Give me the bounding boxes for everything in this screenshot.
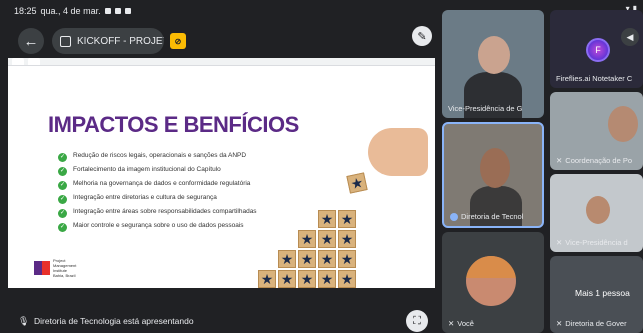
meet-screen: 18:25 qua., 4 de mar. ▾ ▮ ← KICKOFF - PR… (0, 0, 643, 333)
star-block: ★ (258, 270, 276, 288)
pmi-logo-text: Project Management Institute Bahia, Braz… (53, 258, 76, 278)
arrow-left-icon: ← (23, 32, 39, 50)
pin-icon: ✎ (417, 30, 427, 43)
check-icon: ✓ (58, 195, 67, 204)
star-block: ★ (298, 250, 316, 268)
pmi-logo-line: Bahia, Brazil (53, 273, 76, 278)
check-icon: ✓ (58, 181, 67, 190)
participant-name-text: Vice-Presidência d (565, 238, 628, 247)
star-block: ★ (298, 270, 316, 288)
check-icon: ✓ (58, 223, 67, 232)
calendar-icon (60, 35, 71, 47)
star-block: ★ (338, 270, 356, 288)
check-icon: ✓ (58, 167, 67, 176)
bullet-text: Melhoria na governança de dados e confor… (73, 180, 251, 187)
star-block: ★ (346, 172, 368, 194)
self-avatar (466, 256, 516, 306)
captions-off-button[interactable]: ⊘ (170, 33, 186, 49)
fullscreen-icon: ⛶ (413, 314, 421, 327)
participant-tile[interactable]: ✕ Coordenação de Po (550, 92, 643, 170)
pmi-logo: Project Management Institute Bahia, Braz… (34, 258, 76, 278)
more-people-label: Mais 1 pessoa (575, 288, 630, 298)
participant-tile-self[interactable]: ✕ Você (442, 232, 544, 333)
fireflies-logo: F (586, 38, 610, 62)
participant-name: ✕ Você (448, 319, 474, 328)
browser-tab (12, 58, 24, 65)
participant-tile-active[interactable]: Diretoria de Tecnol (442, 122, 544, 228)
pin-button[interactable]: ✎ (412, 26, 432, 46)
speaking-indicator-icon (450, 212, 458, 221)
star-block: ★ (318, 210, 336, 228)
participant-name: ✕ Vice-Presidência d (556, 238, 628, 247)
mic-off-icon: ✕ (556, 156, 563, 165)
star-block: ★ (278, 270, 296, 288)
participant-tile[interactable]: F ◀ Fireflies.ai Notetaker C (550, 10, 643, 88)
presenting-banner: 🎙 Diretoria de Tecnologia está apresenta… (8, 311, 204, 331)
participant-name: ✕ Coordenação de Po (556, 156, 632, 165)
participant-name: ✕ Diretoria de Gover (556, 319, 627, 328)
bullet-text: Maior controle e segurança sobre o uso d… (73, 222, 244, 229)
gmail-icon (124, 8, 131, 14)
bullet-text: Integração entre diretorias e cultura de… (73, 194, 217, 201)
participant-name: Fireflies.ai Notetaker C (556, 74, 632, 83)
presenting-text: Diretoria de Tecnologia está apresentand… (34, 316, 194, 326)
back-button[interactable]: ← (18, 28, 44, 54)
hand-illustration (368, 128, 428, 176)
meeting-title-chip[interactable]: KICKOFF - PROJETO (52, 28, 164, 54)
star-block: ★ (338, 230, 356, 248)
star-block: ★ (278, 250, 296, 268)
star-block: ★ (338, 250, 356, 268)
bullet-text: Fortalecimento da imagem institucional d… (73, 166, 221, 173)
participant-video (586, 196, 610, 224)
bullet-text: Integração entre áreas sobre responsabil… (73, 208, 257, 215)
pmi-logo-mark (34, 261, 50, 275)
star-blocks-illustration: ★ ★ ★ ★ ★ ★ ★ ★ ★ ★ ★ ★ ★ ★ ★ (258, 128, 428, 288)
participant-name-text: Diretoria de Gover (565, 319, 627, 328)
participant-name-text: Você (457, 319, 474, 328)
star-block: ★ (298, 230, 316, 248)
star-block: ★ (318, 270, 336, 288)
notification-icon (104, 8, 111, 14)
status-bar: 18:25 qua., 4 de mar. (14, 6, 131, 16)
pmi-logo-mark-right (42, 261, 50, 275)
participant-video (478, 36, 510, 74)
check-icon: ✓ (58, 209, 67, 218)
captions-off-icon: ⊘ (174, 36, 182, 46)
browser-tab (28, 58, 40, 65)
shared-screen[interactable]: IMPACTOS E BENFÍCIOS ✓ Redução de riscos… (8, 58, 435, 288)
participant-tile[interactable]: ✕ Vice-Presidência d (550, 174, 643, 252)
self-avatar-hair (466, 256, 516, 278)
bullet-text: Redução de riscos legais, operacionais e… (73, 152, 247, 159)
mic-off-icon: ✕ (448, 319, 455, 328)
participant-tile-overflow[interactable]: Mais 1 pessoa ✕ Diretoria de Gover (550, 256, 643, 333)
participant-name-text: Coordenação de Po (565, 156, 633, 165)
mic-off-icon: 🎙 (18, 316, 30, 326)
status-time: 18:25 (14, 6, 37, 16)
meeting-title: KICKOFF - PROJETO (77, 35, 164, 47)
volume-icon[interactable]: ◀ (621, 28, 639, 46)
star-block: ★ (318, 250, 336, 268)
participant-video (480, 148, 510, 188)
participant-name-text: Vice-Presidência de G (448, 104, 523, 113)
participant-name-text: Fireflies.ai Notetaker C (556, 74, 633, 83)
star-block: ★ (338, 210, 356, 228)
participant-video (608, 106, 638, 142)
browser-toolbar (8, 58, 435, 66)
participant-name-text: Diretoria de Tecnol (461, 212, 524, 221)
participant-name: Diretoria de Tecnol (450, 212, 523, 221)
fullscreen-button[interactable]: ⛶ (406, 310, 428, 332)
mic-off-icon: ✕ (556, 238, 563, 247)
participant-video (470, 186, 522, 226)
star-block: ★ (318, 230, 336, 248)
message-icon (114, 8, 121, 14)
mic-off-icon: ✕ (556, 319, 563, 328)
check-icon: ✓ (58, 153, 67, 162)
status-date: qua., 4 de mar. (40, 6, 101, 16)
pmi-logo-mark-left (34, 261, 42, 275)
participant-tile[interactable]: Vice-Presidência de G (442, 10, 544, 118)
participant-name: Vice-Presidência de G (448, 104, 522, 113)
